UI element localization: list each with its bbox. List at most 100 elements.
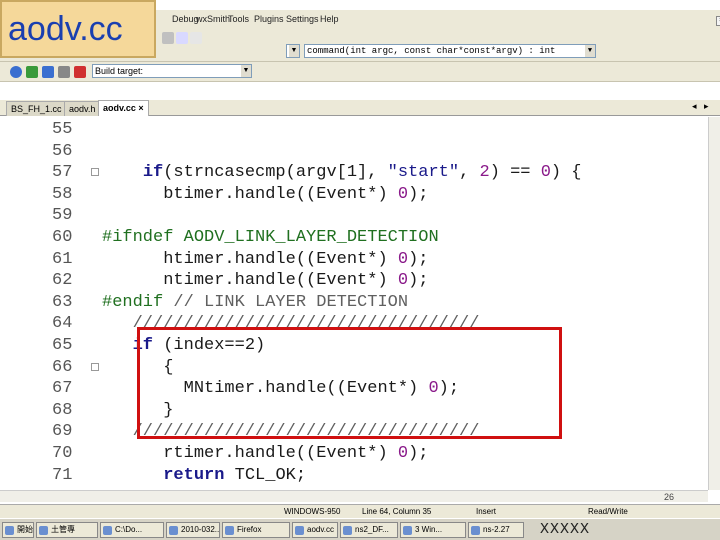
- rebuild-icon[interactable]: [58, 66, 70, 78]
- code-line[interactable]: 57 if(strncasecmp(argv[1], "start", 2) =…: [0, 162, 700, 184]
- line-number: 65: [52, 336, 73, 355]
- horizontal-scrollbar[interactable]: [0, 490, 708, 502]
- code-line[interactable]: 70 rtimer.handle((Event*) 0);: [0, 443, 700, 465]
- code-token: ntimer.handle((Event*): [102, 271, 398, 291]
- close-icon[interactable]: ×: [716, 16, 720, 26]
- code-text: #ifndef AODV_LINK_LAYER_DETECTION: [102, 227, 439, 249]
- code-token: 0: [540, 163, 551, 183]
- code-token: ,: [459, 163, 480, 183]
- build-target-label: Build target:: [95, 66, 144, 76]
- code-text: #endif // LINK LAYER DETECTION: [102, 292, 408, 314]
- code-token: );: [408, 184, 429, 204]
- taskbar-button[interactable]: ns2_DF...: [340, 522, 398, 538]
- fold-toggle-icon[interactable]: [91, 362, 99, 371]
- taskbar-button[interactable]: 2010-032...: [166, 522, 220, 538]
- code-line[interactable]: 67 MNtimer.handle((Event*) 0);: [0, 378, 700, 400]
- line-number: 63: [52, 292, 73, 312]
- paste-icon[interactable]: [190, 32, 202, 44]
- code-line[interactable]: 64 //////////////////////////////////: [0, 313, 700, 335]
- code-token: );: [408, 271, 429, 291]
- code-line[interactable]: 56: [0, 141, 700, 163]
- code-line[interactable]: 65 if (index==2): [0, 335, 700, 357]
- build-run-icon[interactable]: [42, 66, 54, 78]
- taskbar-button[interactable]: 3 Win...: [400, 522, 466, 538]
- line-number: 66: [52, 357, 73, 377]
- code-token: return: [163, 465, 225, 485]
- menu-tools[interactable]: Tools: [228, 14, 249, 24]
- taskbar-button[interactable]: aodv.cc: [292, 522, 338, 538]
- chevron-right-icon[interactable]: ▸: [704, 101, 709, 112]
- function-combo-value: command(int argc, const char*const*argv)…: [307, 46, 556, 56]
- vertical-scrollbar[interactable]: [708, 117, 720, 490]
- tab-bs-fh-1-cc[interactable]: BS_FH_1.cc: [6, 101, 67, 116]
- code-editor[interactable]: 55 56 57 if(strncasecmp(argv[1], "start", …: [0, 117, 708, 490]
- code-token: "start": [387, 163, 460, 183]
- abort-icon[interactable]: [74, 66, 86, 78]
- slide-number: 26: [664, 492, 675, 502]
- taskbar-button[interactable]: 開始: [2, 522, 34, 538]
- code-line[interactable]: 58 btimer.handle((Event*) 0);: [0, 184, 700, 206]
- line-number: 68: [52, 400, 73, 420]
- line-number: 61: [52, 249, 73, 269]
- tab-aodv-h[interactable]: aodv.h: [64, 101, 101, 116]
- code-token: 0: [397, 444, 409, 463]
- chevron-left-icon[interactable]: ◂: [692, 101, 697, 112]
- build-target-combo[interactable]: Build target: ▼: [92, 64, 252, 78]
- code-line[interactable]: 71 return TCL_OK;: [0, 465, 700, 487]
- code-token: //////////////////////////////////: [102, 314, 480, 334]
- code-line[interactable]: 69 //////////////////////////////////: [0, 421, 700, 443]
- code-line[interactable]: 59: [0, 205, 700, 227]
- menu-debug[interactable]: Debug: [172, 14, 199, 24]
- code-line[interactable]: 55: [0, 119, 700, 141]
- chevron-down-icon: ▼: [585, 45, 595, 57]
- function-combo[interactable]: command(int argc, const char*const*argv)…: [304, 44, 596, 58]
- menu-wxsmith[interactable]: wxSmith: [196, 14, 230, 24]
- code-line[interactable]: 68 }: [0, 400, 700, 422]
- code-text: return TCL_OK;: [102, 465, 306, 487]
- tab-label: aodv.cc: [103, 103, 136, 113]
- taskbar-button[interactable]: 土管專: [36, 522, 98, 538]
- scope-combo[interactable]: ▼: [286, 44, 300, 58]
- code-token: );: [408, 444, 429, 463]
- chevron-down-icon: ▼: [289, 45, 299, 57]
- taskbar-button[interactable]: Firefox: [222, 522, 290, 538]
- code-token: btimer.handle((Event*): [102, 184, 398, 204]
- code-token: MNtimer.handle((Event*): [102, 379, 429, 399]
- line-number: 58: [52, 184, 73, 204]
- tab-label: BS_FH_1.cc: [11, 104, 62, 114]
- code-line[interactable]: 66 {: [0, 357, 700, 379]
- code-token: htimer.handle((Event*): [102, 249, 398, 269]
- line-number: 71: [52, 465, 73, 485]
- fold-toggle-icon[interactable]: [91, 168, 99, 177]
- status-encoding: WINDOWS-950: [284, 507, 341, 516]
- settings-icon[interactable]: [10, 66, 22, 78]
- taskbar-button[interactable]: C:\Do...: [100, 522, 164, 538]
- menu-settings[interactable]: Settings: [286, 14, 319, 24]
- menu-plugins[interactable]: Plugins: [254, 14, 284, 24]
- slide-title-text: aodv.cc: [8, 9, 123, 48]
- code-line[interactable]: 61 htimer.handle((Event*) 0);: [0, 249, 700, 271]
- code-line[interactable]: 63 #endif // LINK LAYER DETECTION: [0, 292, 700, 314]
- close-tab-icon[interactable]: ×: [138, 103, 143, 113]
- code-token: ) ==: [489, 163, 541, 183]
- run-icon[interactable]: [26, 66, 38, 78]
- code-line[interactable]: 60 #ifndef AODV_LINK_LAYER_DETECTION: [0, 227, 700, 249]
- line-number: 60: [52, 228, 73, 247]
- line-number: 62: [52, 271, 73, 291]
- tab-label: aodv.h: [69, 104, 96, 114]
- cut-icon[interactable]: [162, 32, 174, 44]
- menu-help[interactable]: Help: [320, 14, 339, 24]
- code-text: {: [102, 357, 173, 379]
- code-line[interactable]: 62 ntimer.handle((Event*) 0);: [0, 270, 700, 292]
- taskbar-button[interactable]: ns-2.27: [468, 522, 524, 538]
- code-token: {: [102, 357, 174, 377]
- code-text: }: [102, 400, 173, 422]
- copy-icon[interactable]: [176, 32, 188, 44]
- code-text: //////////////////////////////////: [102, 421, 480, 443]
- tab-aodv-cc[interactable]: aodv.cc ×: [98, 100, 149, 116]
- code-token: );: [408, 249, 429, 269]
- code-token: #endif: [102, 292, 164, 312]
